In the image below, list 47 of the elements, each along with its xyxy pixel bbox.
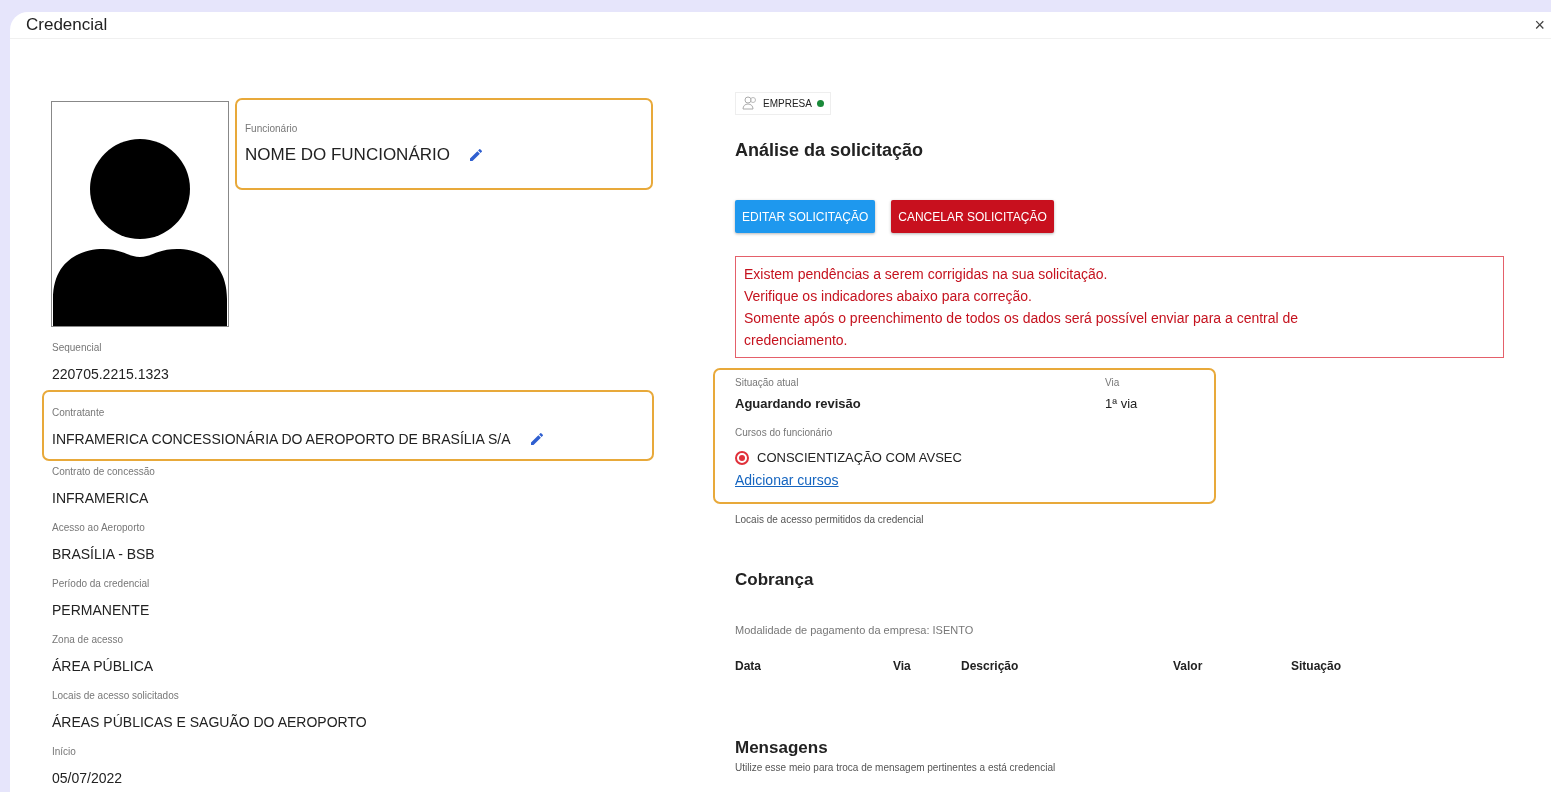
field-value: INFRAMERICA bbox=[52, 488, 149, 508]
pencil-icon[interactable] bbox=[528, 430, 545, 447]
column-header: Descrição bbox=[961, 656, 1173, 675]
section-subtitle: Utilize esse meio para troca de mensagem pertinentes a está credencial bbox=[735, 761, 1057, 775]
field-label: Via bbox=[1105, 376, 1121, 390]
add-courses-link[interactable]: Adicionar cursos bbox=[735, 471, 839, 488]
field-label: Locais de acesso solicitados bbox=[52, 688, 180, 703]
dialog-title: Credencial bbox=[26, 14, 108, 36]
field-value: INFRAMERICA CONCESSIONÁRIA DO AEROPORTO DE BRASÍLIA S/A bbox=[52, 429, 511, 449]
field-value: BRASÍLIA - BSB bbox=[52, 544, 155, 564]
field-value: 1ª via bbox=[1105, 395, 1138, 413]
section-heading: Mensagens bbox=[735, 736, 829, 759]
field-label: Sequencial bbox=[52, 340, 103, 355]
column-header: Data bbox=[735, 656, 893, 675]
action-button[interactable]: CANCELAR SOLICITAÇÃO bbox=[891, 200, 1054, 233]
field-value: Aguardando revisão bbox=[735, 395, 862, 413]
column-header: Situação bbox=[1291, 657, 1342, 675]
field-label: Zona de acesso bbox=[52, 632, 125, 647]
close-button[interactable]: × bbox=[1534, 15, 1545, 34]
payment-mode-text: Modalidade de pagamento da empresa: ISENTO bbox=[735, 623, 975, 638]
field-label: Período da credencial bbox=[52, 576, 151, 591]
people-icon bbox=[742, 96, 758, 110]
alert-line: Verifique os indicadores abaixo para correção. bbox=[744, 287, 1033, 306]
field-label: Contratante bbox=[52, 405, 106, 420]
field-value: 220705.2215.1323 bbox=[52, 364, 169, 384]
field-value: PERMANENTE bbox=[52, 600, 150, 620]
field-value: NOME DO FUNCIONÁRIO bbox=[245, 144, 450, 165]
field-value: 05/07/2022 bbox=[52, 768, 123, 788]
field-label: Acesso ao Aeroporto bbox=[52, 520, 146, 535]
section-heading: Análise da solicitação bbox=[735, 139, 925, 162]
action-button[interactable]: EDITAR SOLICITAÇÃO bbox=[735, 200, 876, 233]
field-label: Início bbox=[52, 744, 77, 759]
field-value: ÁREA PÚBLICA bbox=[52, 656, 154, 676]
section-heading: Cobrança bbox=[735, 568, 815, 591]
field-label: Cursos do funcionário bbox=[735, 426, 834, 440]
column-header: Valor bbox=[1173, 656, 1291, 675]
field-label: Contrato de concessão bbox=[52, 464, 156, 479]
field-value: ÁREAS PÚBLICAS E SAGUÃO DO AEROPORTO bbox=[52, 712, 367, 732]
field-label: Locais de acesso permitidos da credencial bbox=[735, 512, 925, 527]
badge-label: EMPRESA bbox=[763, 96, 812, 111]
field-label: Situação atual bbox=[735, 376, 800, 390]
pencil-icon[interactable] bbox=[467, 146, 484, 163]
column-header: Via bbox=[893, 656, 961, 675]
field-label: Funcionário bbox=[245, 121, 299, 136]
course-name: CONSCIENTIZAÇÃO COM AVSEC bbox=[757, 449, 962, 467]
alert-line: Somente após o preenchimento de todos os dados será possível enviar para a central de credenciamento. bbox=[744, 309, 1300, 350]
alert-line: Existem pendências a serem corrigidas na sua solicitação. bbox=[744, 265, 1109, 284]
